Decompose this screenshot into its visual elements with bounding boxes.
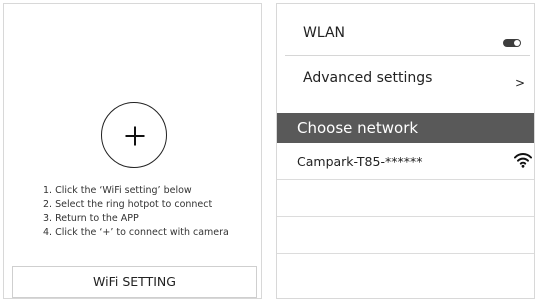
choose-network-header: Choose network	[277, 113, 534, 143]
wlan-settings-panel: WLAN Advanced settings > Choose network …	[276, 3, 535, 299]
add-camera-panel: 1. Click the ‘WiFi setting’ below 2. Sel…	[3, 3, 262, 299]
section-header-label: Choose network	[297, 119, 419, 137]
instructions-list: 1. Click the ‘WiFi setting’ below 2. Sel…	[43, 184, 229, 240]
empty-network-row[interactable]	[277, 217, 534, 253]
network-item-campark[interactable]: Campark-T85-******	[277, 143, 534, 179]
wlan-row: WLAN	[277, 4, 534, 56]
plus-icon	[125, 126, 145, 146]
wifi-setting-button[interactable]: WiFi SETTING	[12, 266, 257, 298]
wifi-signal-icon	[514, 153, 532, 168]
instruction-step-4: 4. Click the ‘+’ to connect with camera	[43, 227, 229, 238]
empty-network-row[interactable]	[277, 180, 534, 216]
toggle-knob	[514, 40, 520, 46]
instruction-step-1: 1. Click the ‘WiFi setting’ below	[43, 185, 192, 196]
screenshot-canvas: 1. Click the ‘WiFi setting’ below 2. Sel…	[0, 0, 539, 303]
advanced-settings-label: Advanced settings	[303, 70, 433, 86]
wlan-label: WLAN	[303, 25, 346, 41]
wlan-toggle[interactable]	[503, 39, 521, 47]
chevron-right-icon: >	[515, 76, 526, 90]
add-camera-button[interactable]	[101, 102, 167, 168]
instruction-step-3: 3. Return to the APP	[43, 213, 139, 224]
row-divider	[277, 253, 534, 254]
instruction-step-2: 2. Select the ring hotpot to connect	[43, 199, 213, 210]
advanced-settings-row[interactable]: Advanced settings >	[277, 56, 534, 112]
network-name: Campark-T85-******	[297, 154, 423, 169]
